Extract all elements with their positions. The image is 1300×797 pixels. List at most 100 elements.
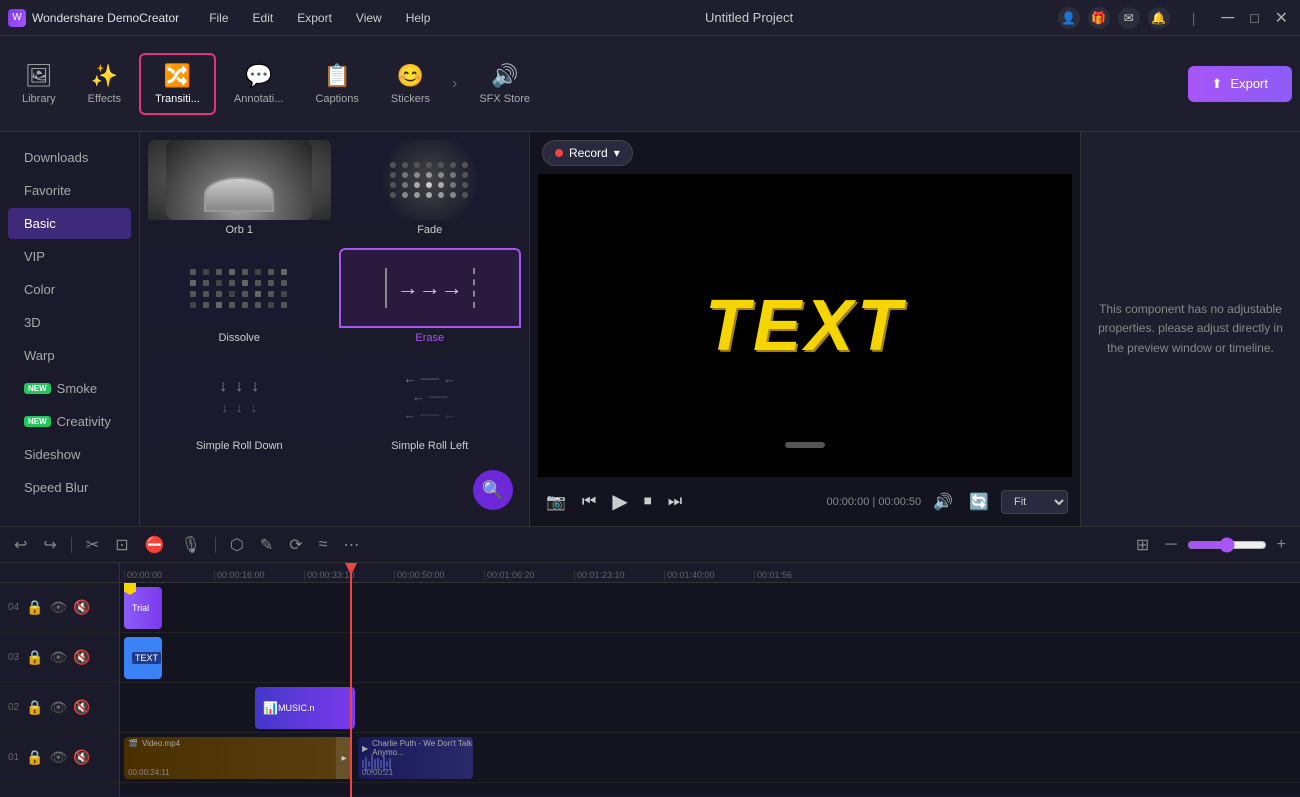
eye-icon-01[interactable]: 👁: [49, 749, 67, 766]
sidebar-item-warp[interactable]: Warp: [8, 340, 131, 371]
3d-label: 3D: [24, 315, 41, 330]
play-btn[interactable]: ▶: [608, 485, 631, 518]
transition-orb1[interactable]: Orb 1: [148, 140, 331, 240]
orb1-thumb: [148, 140, 331, 220]
clip-charlie[interactable]: ▶ Charlie Puth - We Don't Talk Anymo... …: [358, 737, 473, 779]
speed-btn[interactable]: ⬡: [224, 531, 250, 559]
rollleft-thumb: ← ── ← ← ── ← ── ←: [339, 356, 522, 436]
sidebar-item-3d[interactable]: 3D: [8, 307, 131, 338]
gift-icon[interactable]: 🎁: [1088, 7, 1110, 29]
divider-2: [215, 537, 216, 553]
minimize-btn[interactable]: ─: [1217, 7, 1238, 28]
toolbar-transitions[interactable]: 🔀 Transiti...: [139, 53, 216, 115]
stickers-label: Stickers: [391, 93, 430, 105]
toolbar-captions[interactable]: 📋 Captions: [301, 55, 372, 113]
clip-text[interactable]: TEXT: [124, 637, 162, 679]
stop-btn[interactable]: ⏹: [640, 489, 656, 515]
sidebar-item-smoke[interactable]: NEW Smoke: [8, 373, 131, 404]
eye-icon-02[interactable]: 👁: [49, 699, 67, 716]
rewind-btn[interactable]: ⏮: [578, 489, 600, 515]
redo-btn[interactable]: ↪: [37, 531, 62, 559]
search-fab[interactable]: 🔍: [473, 470, 513, 510]
sidebar-item-vip[interactable]: VIP: [8, 241, 131, 272]
rolldown-label: Simple Roll Down: [148, 436, 331, 456]
mute-icon-04[interactable]: 🔇: [73, 599, 90, 616]
mic-btn[interactable]: 🎙: [175, 531, 207, 559]
lock-icon-01[interactable]: 🔒: [26, 749, 43, 766]
fit-select[interactable]: Fit 25% 50% 75% 100%: [1001, 490, 1068, 514]
ruler-mark-7: 00:01:56: [754, 570, 844, 580]
account-icon[interactable]: 👤: [1058, 7, 1080, 29]
clip-video[interactable]: 🎬 Video.mp4 00:00:24:11: [124, 737, 352, 779]
track-row-04: Trial: [120, 583, 1300, 633]
zoom-out-btn[interactable]: ─: [1159, 532, 1182, 558]
crop-btn[interactable]: ✂: [80, 531, 105, 559]
delete-btn[interactable]: ⛔: [139, 531, 171, 559]
track-label-02: 02 🔒 👁 🔇: [0, 683, 119, 733]
menu-export[interactable]: Export: [287, 9, 342, 27]
lock-icon-04[interactable]: 🔒: [26, 599, 43, 616]
lock-icon-02[interactable]: 🔒: [26, 699, 43, 716]
more-btn[interactable]: ⋯: [337, 531, 365, 559]
mail-icon[interactable]: ✉: [1118, 7, 1140, 29]
transition-erase[interactable]: →→→ Erase: [339, 248, 522, 348]
split-btn[interactable]: ⊡: [109, 531, 134, 559]
undo-btn[interactable]: ↩: [8, 531, 33, 559]
toolbar-more-icon[interactable]: ›: [448, 75, 461, 93]
sidebar-item-favorite[interactable]: Favorite: [8, 175, 131, 206]
menu-view[interactable]: View: [346, 9, 392, 27]
sidebar-item-creativity[interactable]: NEW Creativity: [8, 406, 131, 437]
transition-dissolve[interactable]: Dissolve: [148, 248, 331, 348]
maximize-btn[interactable]: □: [1246, 10, 1262, 26]
sidebar-item-basic[interactable]: Basic: [8, 208, 131, 239]
toolbar-library[interactable]: 🖼 Library: [8, 55, 70, 113]
transition-rolldown[interactable]: ↓↓↓ ↓↓↓ Simple Roll Down: [148, 356, 331, 456]
sidebar-item-color[interactable]: Color: [8, 274, 131, 305]
music-bars-icon: 📊: [263, 701, 278, 715]
favorite-label: Favorite: [24, 183, 71, 198]
sidebar-item-speedblur[interactable]: Speed Blur: [8, 472, 131, 503]
toolbar-stickers[interactable]: 😊 Stickers: [377, 55, 444, 113]
record-label: Record: [569, 146, 608, 160]
window-controls: 👤 🎁 ✉ 🔔 | ─ □ ✕: [1058, 7, 1292, 29]
volume-btn[interactable]: 🔊: [929, 488, 957, 516]
eye-icon-03[interactable]: 👁: [49, 649, 67, 666]
bell-icon[interactable]: 🔔: [1148, 7, 1170, 29]
mute-icon-03[interactable]: 🔇: [73, 649, 90, 666]
forward-btn[interactable]: ⏭: [664, 489, 686, 515]
fit-timeline-btn[interactable]: ⊞: [1130, 531, 1155, 559]
close-btn[interactable]: ✕: [1271, 8, 1292, 28]
sidebar-item-downloads[interactable]: Downloads: [8, 142, 131, 173]
menu-edit[interactable]: Edit: [243, 9, 284, 27]
record-button[interactable]: Record ▾: [542, 140, 633, 166]
edit-btn[interactable]: ✎: [254, 531, 279, 559]
rollleft-label: Simple Roll Left: [339, 436, 522, 456]
timeline-ruler: 00:00:00 00:00:16:00 00:00:33:10 00:00:5…: [120, 563, 1300, 583]
zoom-in-btn[interactable]: +: [1271, 532, 1292, 558]
transition-rollleft[interactable]: ← ── ← ← ── ← ── ← Simple Roll Left: [339, 356, 522, 456]
captions-label: Captions: [315, 93, 358, 105]
audio-btn[interactable]: ≈: [313, 532, 334, 558]
rotate-btn[interactable]: ⟳: [283, 531, 308, 559]
menu-bar: File Edit Export View Help: [199, 9, 440, 27]
loop-btn[interactable]: 🔄: [965, 488, 993, 516]
toolbar-sfxstore[interactable]: 🔊 SFX Store: [465, 55, 544, 113]
mute-icon-02[interactable]: 🔇: [73, 699, 90, 716]
screenshot-btn[interactable]: 📷: [542, 488, 570, 516]
zoom-slider[interactable]: [1187, 537, 1267, 553]
playhead[interactable]: [350, 563, 352, 797]
toolbar-effects[interactable]: ✨ Effects: [74, 55, 135, 113]
eye-icon-04[interactable]: 👁: [49, 599, 67, 616]
clip-music[interactable]: 📊 MUSIC.n: [255, 687, 355, 729]
vip-label: VIP: [24, 249, 45, 264]
menu-file[interactable]: File: [199, 9, 238, 27]
toolbar-annotations[interactable]: 💬 Annotati...: [220, 55, 298, 113]
transition-fade[interactable]: Fade: [339, 140, 522, 240]
menu-help[interactable]: Help: [396, 9, 441, 27]
lock-icon-03[interactable]: 🔒: [26, 649, 43, 666]
sfx-label: SFX Store: [479, 93, 530, 105]
export-button[interactable]: ⬆ Export: [1188, 66, 1292, 102]
sideshow-label: Sideshow: [24, 447, 80, 462]
mute-icon-01[interactable]: 🔇: [73, 749, 90, 766]
sidebar-item-sideshow[interactable]: Sideshow: [8, 439, 131, 470]
